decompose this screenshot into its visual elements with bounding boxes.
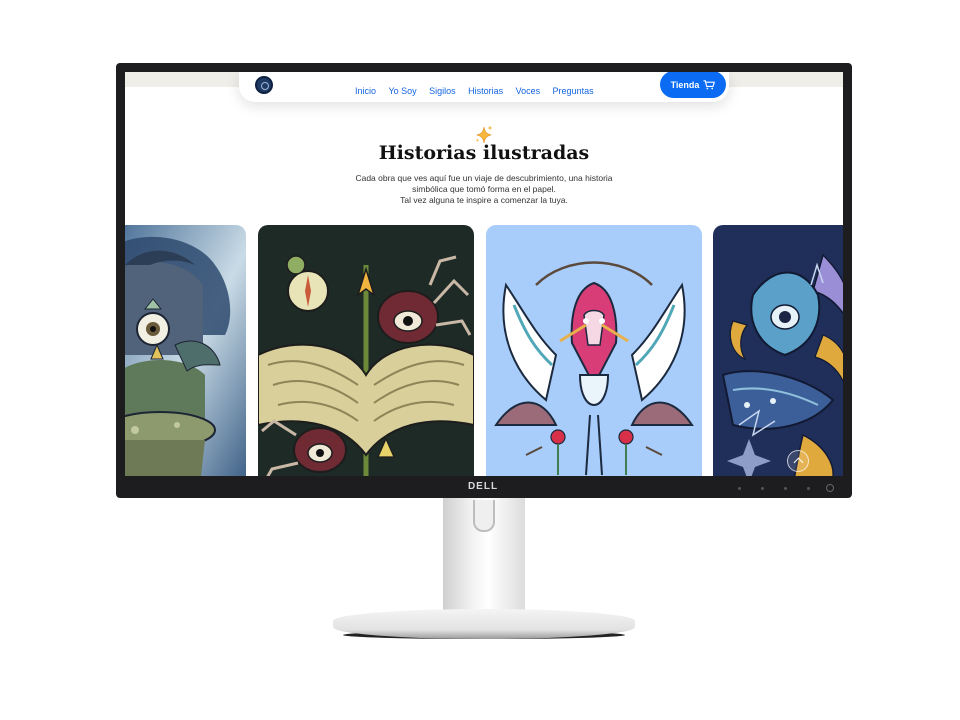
cart-icon [703, 79, 716, 90]
gallery-card-spiders[interactable] [258, 225, 474, 476]
gallery-card-herons[interactable] [486, 225, 702, 476]
shop-button[interactable]: Tienda [660, 72, 726, 98]
intro-line-2: simbólica que tomó forma en el papel. [412, 184, 556, 194]
site-logo[interactable] [255, 76, 273, 94]
nav-links: Inicio Yo Soy Sigilos Historias Voces Pr… [355, 81, 602, 96]
monitor-stand-slot [473, 500, 495, 532]
section-intro: Cada obra que ves aquí fue un viaje de d… [334, 173, 634, 206]
monitor-screen: Inicio Yo Soy Sigilos Historias Voces Pr… [125, 72, 843, 476]
monitor-stand-base [333, 609, 635, 639]
nav-link-historias[interactable]: Historias [468, 85, 503, 97]
site-navbar: Inicio Yo Soy Sigilos Historias Voces Pr… [239, 72, 729, 102]
nav-link-voces[interactable]: Voces [516, 85, 541, 97]
chevron-up-icon[interactable] [787, 450, 809, 472]
monitor-brand-logo: DELL [467, 481, 499, 492]
monitor-control-dots [738, 486, 838, 492]
shop-button-label: Tienda [670, 79, 700, 90]
section-title: Historias ilustradas [378, 142, 590, 164]
intro-line-1: Cada obra que ves aquí fue un viaje de d… [355, 173, 613, 183]
illustration-gallery [125, 225, 843, 476]
nav-link-sigilos[interactable]: Sigilos [429, 85, 456, 97]
intro-line-3: Tal vez alguna te inspire a comenzar la … [400, 195, 568, 205]
gallery-card-fish[interactable] [713, 225, 843, 476]
nav-link-preguntas[interactable]: Preguntas [553, 85, 594, 97]
nav-link-yo-soy[interactable]: Yo Soy [388, 85, 416, 97]
gallery-card-owl[interactable] [125, 225, 246, 476]
monitor-power-button [826, 484, 834, 492]
nav-link-inicio[interactable]: Inicio [355, 85, 376, 97]
